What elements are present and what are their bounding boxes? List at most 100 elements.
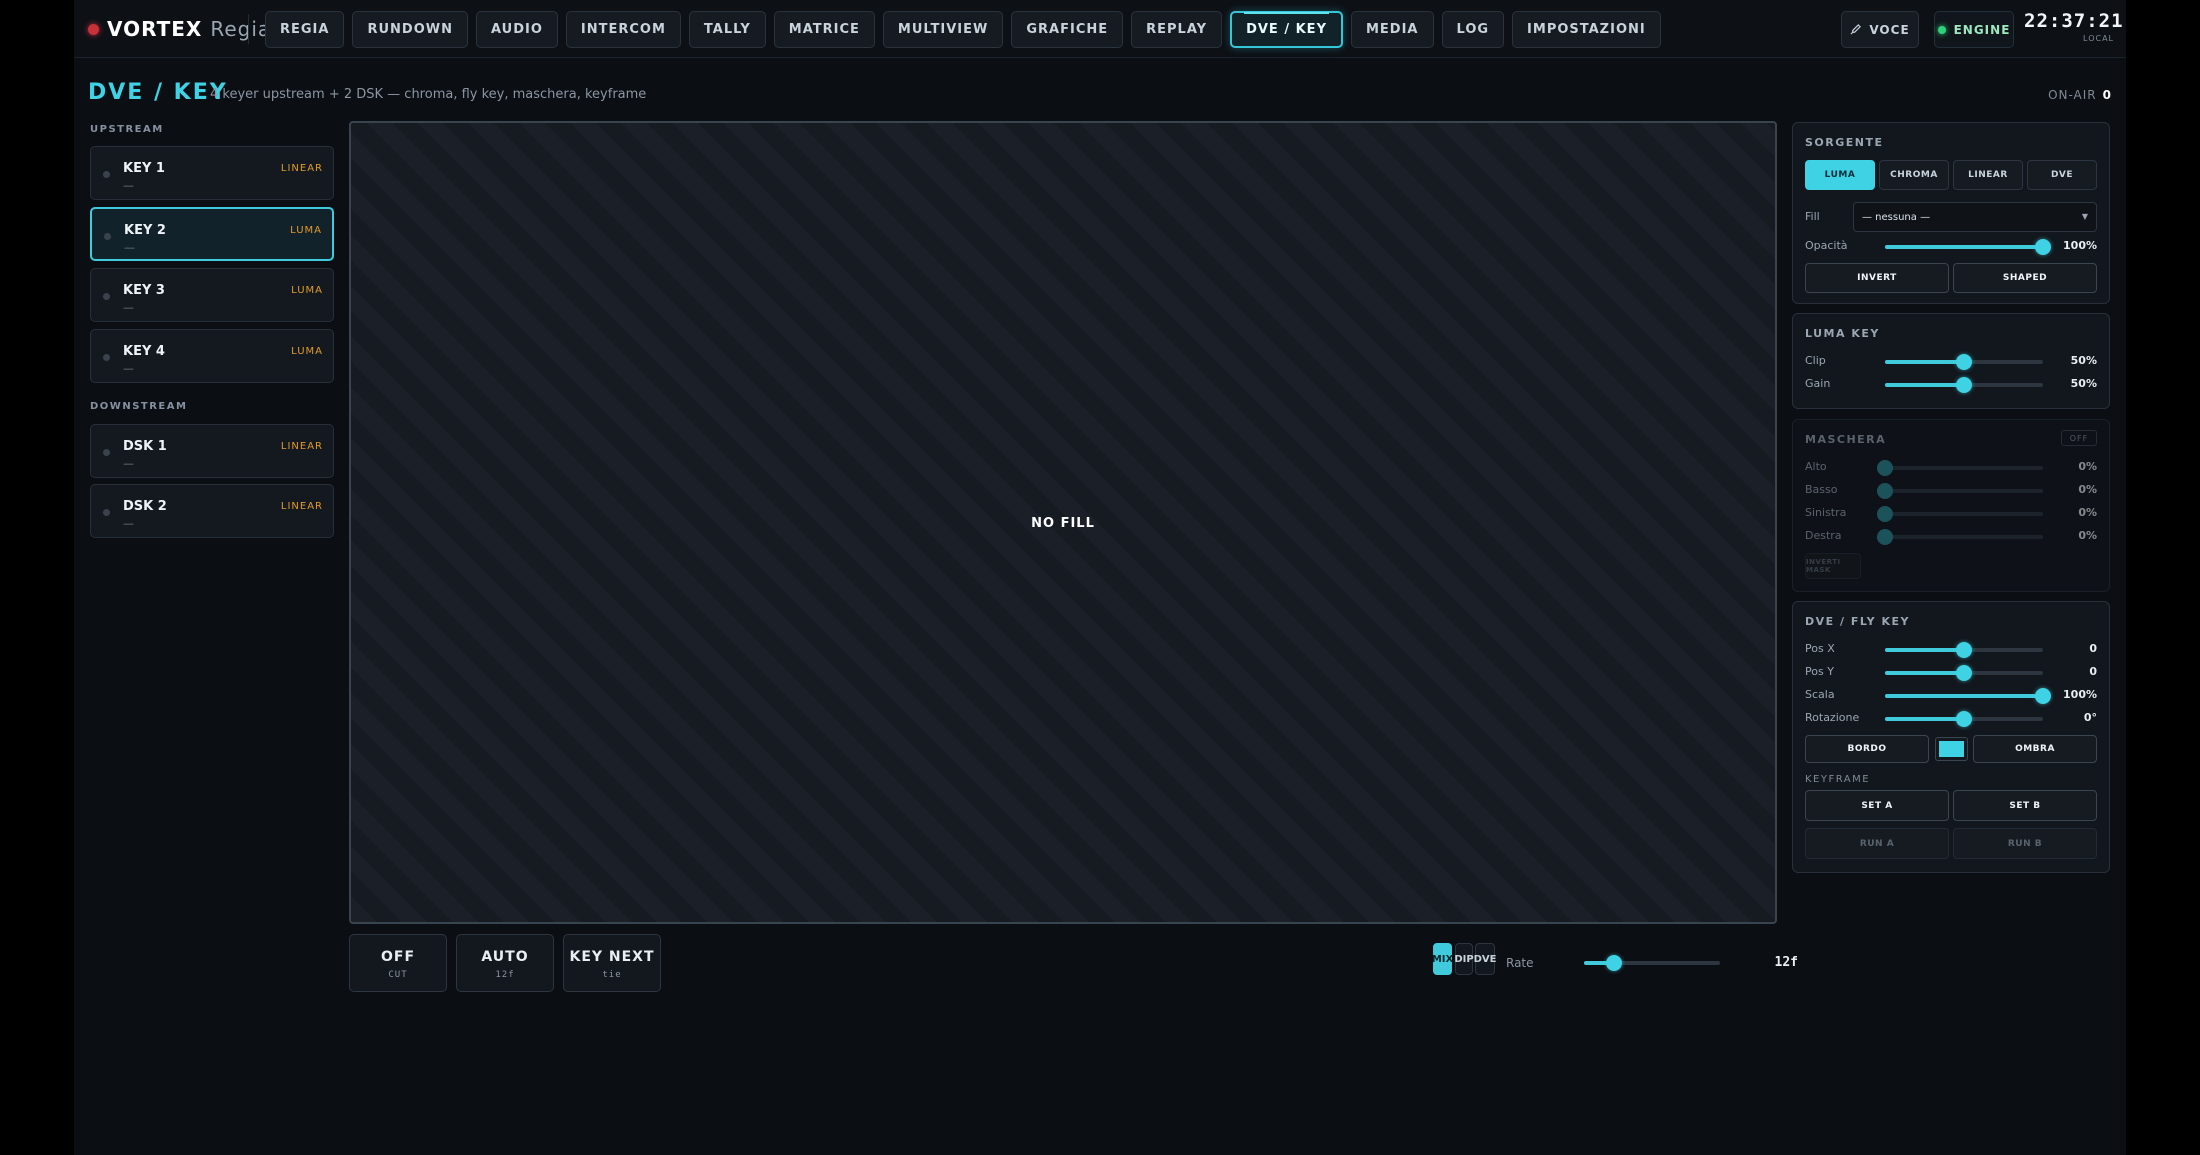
clock-time: 22:37:21	[2024, 10, 2124, 32]
mask-title: MASCHERA	[1805, 433, 1887, 446]
mask-right-value: 0%	[2078, 529, 2097, 542]
dsk-card[interactable]: DSK 2 LINEAR —	[90, 484, 334, 538]
slider-knob[interactable]	[1956, 665, 1972, 681]
tab-tally[interactable]: TALLY	[688, 11, 766, 48]
set-b-button[interactable]: SET B	[1953, 790, 2097, 821]
transition-dve-button[interactable]: DVE	[1474, 943, 1496, 975]
set-a-button[interactable]: SET A	[1805, 790, 1949, 821]
key-card[interactable]: KEY 1 LINEAR —	[90, 146, 334, 200]
key-name: DSK 2	[123, 499, 167, 514]
mask-toggle[interactable]: OFF	[2061, 430, 2097, 446]
mask-left-label: Sinistra	[1805, 506, 1847, 519]
key-led-icon	[103, 171, 110, 178]
rate-slider[interactable]	[1584, 955, 1720, 971]
scale-slider[interactable]	[1885, 688, 2051, 704]
fill-label: Fill	[1805, 210, 1820, 223]
key-next-button[interactable]: KEY NEXT tie	[563, 934, 661, 992]
engine-status[interactable]: ENGINE	[1934, 11, 2014, 48]
brand: VORTEX Regia	[88, 16, 271, 42]
tab-replay[interactable]: REPLAY	[1131, 11, 1223, 48]
keyframe-label: KEYFRAME	[1805, 774, 1871, 785]
voice-label: VOCE	[1869, 22, 1910, 37]
run-b-button[interactable]: RUN B	[1953, 828, 2097, 859]
run-a-button[interactable]: RUN A	[1805, 828, 1949, 859]
tab-rundown[interactable]: RUNDOWN	[352, 11, 468, 48]
tab-multiview[interactable]: MULTIVIEW	[882, 11, 1004, 48]
dsk-card[interactable]: DSK 1 LINEAR —	[90, 424, 334, 478]
shadow-button[interactable]: OMBRA	[1973, 735, 2097, 763]
slider-knob[interactable]	[1956, 354, 1972, 370]
dve-panel: DVE / FLY KEY Pos X 0 Pos Y 0 Scala 100%…	[1792, 601, 2110, 873]
voice-button[interactable]: VOCE	[1841, 11, 1919, 48]
gain-slider[interactable]	[1885, 377, 2043, 393]
transition-dip-button[interactable]: DIP	[1454, 943, 1474, 975]
upstream-label: UPSTREAM	[90, 124, 164, 135]
brand-name: VORTEX	[107, 17, 203, 41]
pos-y-label: Pos Y	[1805, 665, 1834, 678]
slider-knob[interactable]	[1956, 711, 1972, 727]
fill-select[interactable]: — nessuna — ▼	[1853, 202, 2097, 232]
key-mode: LUMA	[291, 285, 323, 296]
key-led-icon	[103, 293, 110, 300]
slider-knob[interactable]	[1956, 377, 1972, 393]
mask-right-slider[interactable]	[1877, 529, 2043, 545]
slider-knob[interactable]	[1877, 483, 1893, 499]
tab-intercom[interactable]: INTERCOM	[565, 11, 681, 48]
key-card-selected[interactable]: KEY 2 LUMA —	[90, 207, 334, 261]
key-card[interactable]: KEY 3 LUMA —	[90, 268, 334, 322]
transition-mix-button[interactable]: MIX	[1432, 943, 1453, 975]
tab-grafiche[interactable]: GRAFICHE	[1011, 11, 1124, 48]
source-linear-button[interactable]: LINEAR	[1953, 160, 2023, 190]
tab-media[interactable]: MEDIA	[1350, 11, 1434, 48]
tab-audio[interactable]: AUDIO	[475, 11, 558, 48]
key-led-icon	[103, 509, 110, 516]
key-mode: LINEAR	[280, 501, 323, 512]
tab-impostazioni[interactable]: IMPOSTAZIONI	[1512, 11, 1661, 48]
clip-slider[interactable]	[1885, 354, 2043, 370]
off-cut-button[interactable]: OFF CUT	[349, 934, 447, 992]
slider-knob[interactable]	[1877, 506, 1893, 522]
brand-sub: Regia	[210, 17, 272, 41]
pos-y-slider[interactable]	[1885, 665, 2043, 681]
opacity-label: Opacità	[1805, 239, 1848, 252]
border-color-swatch[interactable]	[1935, 737, 1968, 761]
clip-label: Clip	[1805, 354, 1826, 367]
onair-label: ON-AIR	[2048, 88, 2097, 102]
slider-knob[interactable]	[1877, 529, 1893, 545]
source-chroma-button[interactable]: CHROMA	[1879, 160, 1949, 190]
luma-key-title: LUMA KEY	[1805, 327, 1880, 340]
key-mode: LUMA	[291, 346, 323, 357]
clock-zone: LOCAL	[2083, 34, 2114, 43]
pos-x-value: 0	[2089, 642, 2097, 655]
scale-label: Scala	[1805, 688, 1835, 701]
tab-regia[interactable]: REGIA	[265, 11, 345, 48]
source-dve-button[interactable]: DVE	[2027, 160, 2097, 190]
status-dot-icon	[88, 23, 99, 35]
key-card[interactable]: KEY 4 LUMA —	[90, 329, 334, 383]
tab-dve-key[interactable]: DVE / KEY	[1230, 11, 1343, 48]
rotation-slider[interactable]	[1885, 711, 2043, 727]
key-name: KEY 3	[123, 283, 165, 298]
tab-log[interactable]: LOG	[1441, 11, 1505, 48]
shaped-button[interactable]: SHAPED	[1953, 263, 2097, 293]
source-luma-button[interactable]: LUMA	[1805, 160, 1875, 190]
tab-matrice[interactable]: MATRICE	[773, 11, 875, 48]
slider-knob[interactable]	[1877, 460, 1893, 476]
mask-left-slider[interactable]	[1877, 506, 2043, 522]
key-mode: LINEAR	[280, 163, 323, 174]
slider-knob[interactable]	[2035, 239, 2051, 255]
invert-mask-button[interactable]: INVERTI MASK	[1805, 553, 1861, 579]
slider-knob[interactable]	[1605, 955, 1622, 971]
invert-button[interactable]: INVERT	[1805, 263, 1949, 293]
color-chip	[1939, 741, 1964, 757]
opacity-slider[interactable]	[1885, 239, 2051, 255]
mask-bottom-slider[interactable]	[1877, 483, 2043, 499]
key-fill: —	[123, 457, 134, 470]
slider-knob[interactable]	[1956, 642, 1972, 658]
mask-top-slider[interactable]	[1877, 460, 2043, 476]
slider-knob[interactable]	[2035, 688, 2051, 704]
top-bar: VORTEX Regia REGIA RUNDOWN AUDIO INTERCO…	[74, 0, 2126, 58]
pos-x-slider[interactable]	[1885, 642, 2043, 658]
border-button[interactable]: BORDO	[1805, 735, 1929, 763]
auto-button[interactable]: AUTO 12f	[456, 934, 554, 992]
